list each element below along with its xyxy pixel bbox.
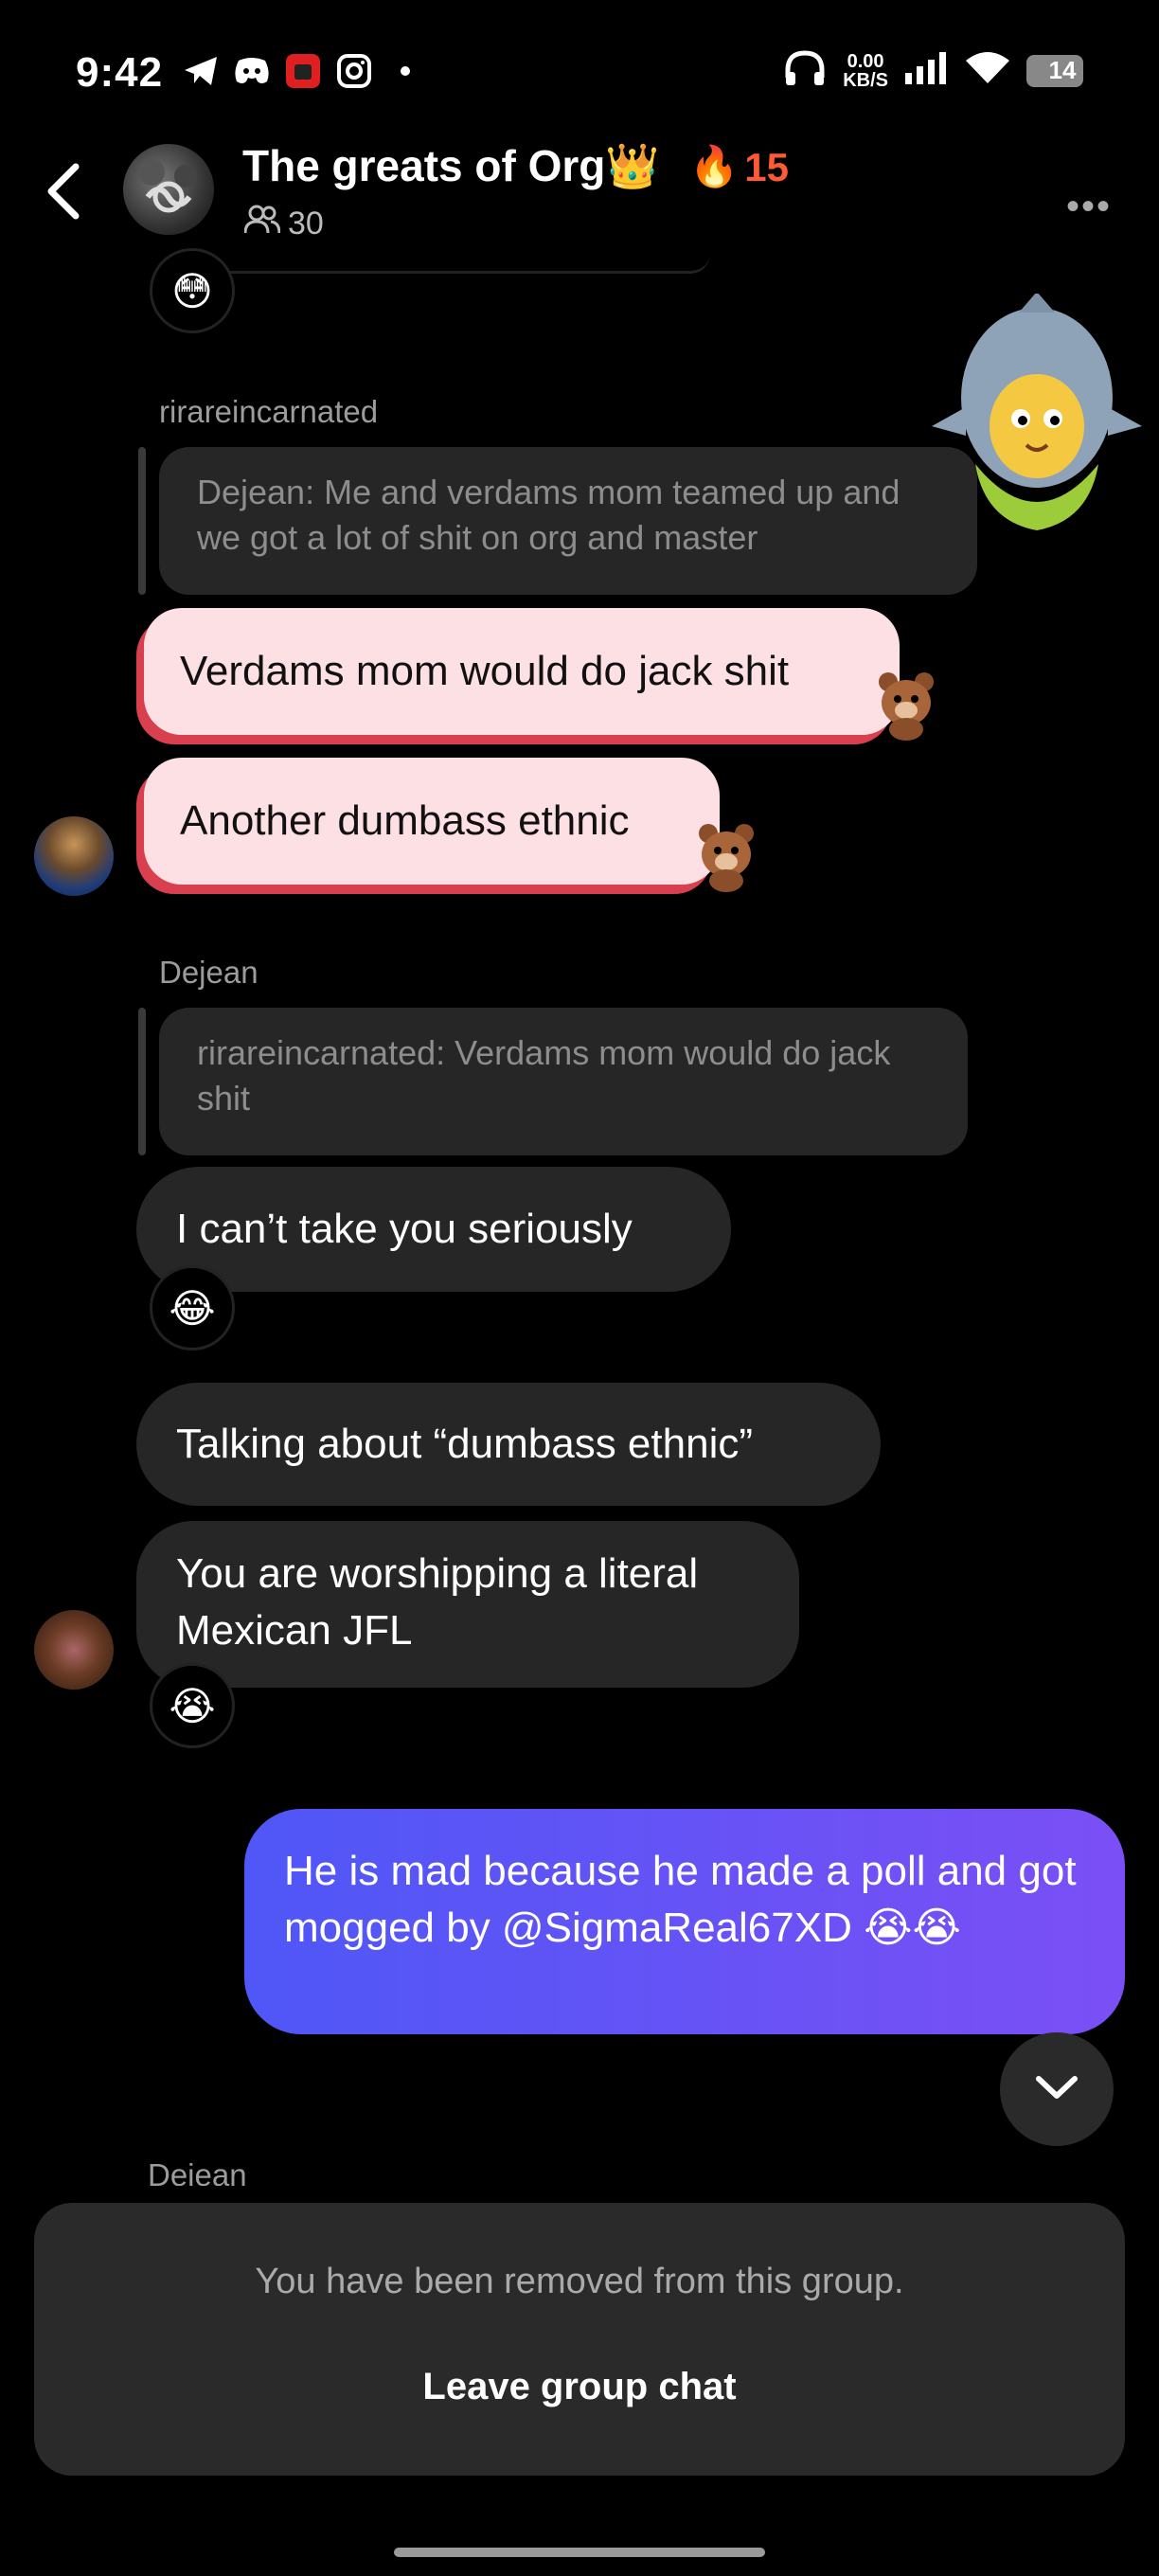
reaction-crying[interactable]: 😭 [150,1663,235,1748]
message-bubble[interactable]: Another dumbass ethnic [144,758,720,885]
status-notification-icons [182,53,424,89]
status-time: 9:42 [76,49,164,96]
reaction-laughing-emoji: 😂 [169,1285,216,1331]
home-indicator[interactable] [394,2548,765,2557]
group-avatar[interactable] [123,144,214,235]
chevron-down-icon [1033,2073,1080,2106]
removed-message: You have been removed from this group. [255,2262,904,2301]
net-speed: 0.00 KB/S [843,52,888,90]
wifi-icon [966,51,1009,90]
sender-name: Dejean [159,955,259,990]
removed-from-group-panel: You have been removed from this group. L… [34,2203,1125,2476]
reaction-flushed[interactable]: 😳 [150,248,235,333]
net-speed-unit: KB/S [843,69,888,91]
crown-emoji: 👑 [605,141,660,190]
message-text: He is mad because he made a poll and got… [284,1848,1077,1951]
more-options-button[interactable]: ••• [1066,186,1112,228]
chevron-left-icon [38,163,91,229]
net-speed-value: 0.00 [847,50,884,72]
scroll-to-bottom-button[interactable] [1000,2032,1114,2146]
fire-icon: 🔥 [689,144,740,188]
reaction-flushed-emoji: 😳 [171,268,213,313]
battery-indicator: 14 [1026,54,1083,87]
group-title-text: The greats of Org [242,141,606,190]
message-bubble[interactable]: I can’t take you seriously [136,1167,731,1292]
telegram-icon [182,53,220,89]
message-bubble[interactable]: You are worshipping a literal Mexican JF… [136,1521,799,1688]
reply-quote[interactable]: Dejean: Me and verdams mom teamed up and… [159,447,977,595]
member-count-value: 30 [288,206,324,242]
reply-quote[interactable]: rirareincarnated: Verdams mom would do j… [159,1008,968,1155]
group-avatar-image [138,159,197,213]
reaction-laughing[interactable]: 😂 [150,1265,235,1351]
previous-bubble-edge [180,254,710,274]
back-button[interactable] [38,157,91,225]
member-count[interactable]: 30 [243,205,324,243]
sender-name: Dejean [148,2157,247,2186]
status-system-icons: 0.00 KB/S 14 [784,49,1083,92]
bear-sticker-icon [875,669,937,745]
streak-badge: 🔥 15 [689,144,789,190]
headphones-icon [784,49,826,92]
sender-avatar[interactable] [34,1610,114,1690]
battery-level: 14 [1048,56,1077,84]
reply-indicator-bar [138,1008,146,1155]
reply-indicator-bar [138,447,146,595]
app-notification-icon [284,53,322,89]
reaction-crying-emoji: 😭 [169,1683,216,1728]
instagram-icon [335,53,373,89]
sender-name: rirareincarnated [159,394,379,429]
people-icon [243,205,281,243]
bear-sticker-icon [695,820,758,897]
leave-group-button[interactable]: Leave group chat [34,2366,1125,2408]
group-title[interactable]: The greats of Org👑 [242,140,660,192]
message-bubble[interactable]: Verdams mom would do jack shit [144,608,900,735]
dot-icon [386,53,424,89]
streak-count: 15 [744,144,790,189]
discord-icon [233,53,271,89]
signal-icon [905,52,949,89]
sender-avatar[interactable] [34,816,114,896]
more-icon: ••• [1065,186,1112,227]
message-text: You are worshipping a literal Mexican JF… [176,1550,699,1654]
outgoing-message-bubble[interactable]: He is mad because he made a poll and got… [244,1809,1125,2034]
message-bubble[interactable]: Talking about “dumbass ethnic” [136,1383,881,1506]
